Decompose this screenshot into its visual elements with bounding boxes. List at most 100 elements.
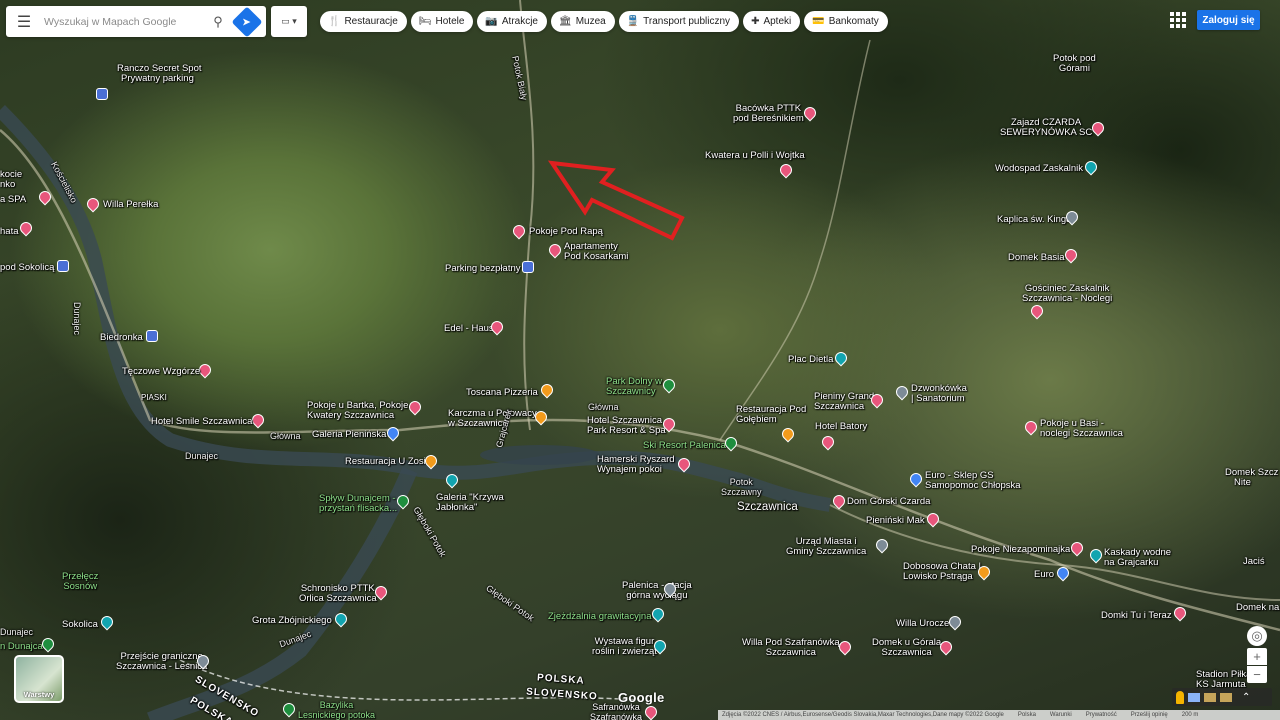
imagery-thumb-icon[interactable] [1204, 692, 1216, 702]
label-wystawa[interactable]: Wystawa figur roślin i zwierząt [592, 637, 657, 657]
chip-apteki[interactable]: ✚ Apteki [743, 11, 801, 32]
label-urzad[interactable]: Urząd Miasta i Gminy Szczawnica [786, 537, 866, 557]
label-dzwonkowka[interactable]: Dzwonkówka | Sanatorium [911, 384, 967, 404]
label-zajazd[interactable]: Zajazd CZARDA SEWERYNÓWKA SC [1000, 118, 1092, 138]
label-schronisko[interactable]: Schronisko PTTK Orlica Szczawnica [299, 584, 377, 604]
label-palenica-stacja[interactable]: Palenica - stacja górna wyciągu [622, 581, 692, 601]
chip-muzea[interactable]: 🏛 Muzea [551, 11, 615, 32]
apps-grid-icon[interactable] [1170, 12, 1186, 28]
label-domek-gorala[interactable]: Domek u Górala Szczawnica [872, 638, 941, 658]
label-goscinec[interactable]: Gościniec Zaskalnik Szczawnica - Noclegi [1022, 284, 1112, 304]
label-wodospad[interactable]: Wodospad Zaskalnik [995, 164, 1083, 174]
label-grota[interactable]: Grota Zbójnickiego [252, 616, 332, 626]
search-input[interactable] [42, 14, 206, 29]
scale-label[interactable]: 200 m [1182, 712, 1199, 718]
directions-icon[interactable]: ➤ [231, 5, 263, 38]
label-willa-szafran[interactable]: Willa Pod Szafranówką Szczawnica [742, 638, 840, 658]
label-bacowka[interactable]: Bacówka PTTK pod Bereśnikiem [733, 104, 804, 124]
parking-icon[interactable] [522, 261, 534, 273]
label-pieninski-mak[interactable]: Pieniński Mak [866, 516, 925, 526]
label-hotel-smile[interactable]: Hotel Smile Szczawnica [151, 417, 252, 427]
label-willa-perelka[interactable]: Willa Perełka [103, 200, 158, 210]
privacy-link[interactable]: Prywatność [1086, 712, 1117, 718]
label-hotel-batory[interactable]: Hotel Batory [815, 422, 867, 432]
label-biedronka[interactable]: Biedronka [100, 333, 143, 343]
hamburger-icon[interactable]: ☰ [6, 12, 42, 32]
label-willa-urocze[interactable]: Willa Urocze [896, 619, 949, 629]
label-private-parking[interactable]: Prywatny parking [121, 74, 194, 84]
chip-atrakcje[interactable]: 📷 Atrakcje [477, 11, 547, 32]
label-plac-dietla[interactable]: Plac Dietla [788, 355, 833, 365]
label-splyw[interactable]: Spływ Dunajcem - przystań flisacka... [319, 494, 397, 514]
label-park-dolny[interactable]: Park Dolny w Szczawnicy [606, 377, 662, 397]
label-domki-tu[interactable]: Domki Tu i Teraz [1101, 611, 1172, 621]
label-karczma[interactable]: Karczma u Polowacy w Szczawnicy [448, 409, 537, 429]
label-potok-pod-gorami[interactable]: Potok pod Górami [1053, 54, 1096, 74]
label-pod-sokolica[interactable]: pod Sokolicą [0, 263, 54, 273]
label-nko[interactable]: nko [0, 180, 15, 190]
chip-bankomaty[interactable]: 💳 Bankomaty [804, 11, 888, 32]
label-potok-szczawny: Potok Szczawny [721, 477, 762, 497]
label-parking-bezplatny[interactable]: Parking bezpłatny [445, 264, 521, 274]
parking-icon[interactable] [57, 260, 69, 272]
label-hotel-szczawnica[interactable]: Hotel Szczawnica Park Resort & Spa [587, 416, 666, 436]
terms-link[interactable]: Warunki [1050, 712, 1072, 718]
layers-toggle-button[interactable]: ▭ ▾ [271, 6, 307, 37]
label-kaplica[interactable]: Kaplica św. Kinga [997, 215, 1071, 225]
label-ski-resort[interactable]: Ski Resort Palenica [643, 441, 726, 451]
label-restauracja-pod[interactable]: Restauracja Pod Gołębiem [736, 405, 806, 425]
label-pieniny-grand[interactable]: Pieniny Grand Szczawnica [814, 392, 874, 412]
label-jacis[interactable]: Jaciś [1243, 557, 1265, 567]
label-edel-haus[interactable]: Edel - Haus [444, 324, 494, 334]
label-toscana[interactable]: Toscana Pizzeria [466, 388, 538, 398]
my-location-button[interactable]: ◎ [1247, 626, 1267, 646]
label-dom-gorski[interactable]: Dom Górski Czarda [847, 497, 930, 507]
label-bazylika[interactable]: Bazylika Lesnickiego potoka [298, 700, 375, 720]
label-restauracja-uzosi[interactable]: Restauracja U Zosi [345, 457, 426, 467]
parking-icon[interactable] [96, 88, 108, 100]
label-sokolica[interactable]: Sokolica [62, 620, 98, 630]
label-pokoje-niezapom[interactable]: Pokoje Niezapominajka [971, 545, 1070, 555]
label-spa[interactable]: a SPA [0, 195, 26, 205]
label-szczawnica[interactable]: Szczawnica [737, 501, 798, 513]
label-pokoje-rapa[interactable]: Pokoje Pod Rapą [529, 227, 603, 237]
label-kaskady[interactable]: Kaskady wodne na Grajcarku [1104, 548, 1171, 568]
shop-icon[interactable] [146, 330, 158, 342]
label-domek-szcz[interactable]: Domek Szcz [1225, 468, 1278, 478]
feedback-link[interactable]: Prześlij opinię [1131, 712, 1168, 718]
street-view-controls[interactable]: ⌃ [1172, 688, 1272, 706]
signin-button[interactable]: Zaloguj się [1197, 10, 1260, 30]
label-n-dunajca[interactable]: n Dunajca [0, 642, 43, 652]
label-hata[interactable]: hata [0, 227, 19, 237]
imagery-thumb-icon[interactable] [1188, 692, 1200, 702]
label-zjezdzalnia[interactable]: Zjeżdżalnia grawitacyjna [548, 612, 652, 622]
layers-button[interactable]: Warstwy [14, 655, 64, 703]
label-dobosowa[interactable]: Dobosowa Chata | Lowisko Pstrąga [903, 562, 981, 582]
label-kwatera[interactable]: Kwatera u Polli i Wojtka [705, 151, 805, 161]
label-domek-na[interactable]: Domek na [1236, 603, 1279, 613]
chip-restauracje[interactable]: 🍴 Restauracje [320, 11, 407, 32]
label-euro[interactable]: Euro [1034, 570, 1054, 580]
expand-icon[interactable]: ⌃ [1242, 692, 1250, 703]
imagery-thumb-icon[interactable] [1220, 692, 1232, 702]
label-galeria-pieninska[interactable]: Galeria Pienińska [312, 430, 386, 440]
label-galeria-krzywa[interactable]: Galeria "Krzywa Jabłonka" [436, 493, 504, 513]
label-apartamenty[interactable]: Apartamenty Pod Kosarkami [564, 242, 628, 262]
satellite-map[interactable]: Ranczo Secret Spot Prywatny parking Poto… [0, 0, 1280, 720]
zoom-out-button[interactable]: − [1247, 666, 1267, 683]
chip-hotele[interactable]: 🛏 Hotele [410, 11, 474, 32]
label-pokoje-basi[interactable]: Pokoje u Basi - noclegi Szczawnica [1040, 419, 1123, 439]
label-domek-basia[interactable]: Domek Basia [1008, 253, 1065, 263]
label-nite[interactable]: Nite [1234, 478, 1251, 488]
label-euro-sklep[interactable]: Euro - Sklep GS Samopomoc Chłopska [925, 471, 1021, 491]
label-pokoje-bartka[interactable]: Pokoje u Bartka, Pokoje, Kwatery Szczawn… [307, 401, 411, 421]
pegman-icon[interactable] [1176, 690, 1184, 704]
label-teczowe[interactable]: Tęczowe Wzgórze [122, 367, 200, 377]
search-icon[interactable]: ⚲ [206, 14, 230, 30]
label-hamerski[interactable]: Hamerski Ryszard Wynajem pokoi [597, 455, 675, 475]
label-przejscie[interactable]: Przejście graniczne Szczawnica - Lesnica [116, 652, 207, 672]
country-link[interactable]: Polska [1018, 712, 1036, 718]
label-przelecz[interactable]: Przełęcz Sosnów [62, 572, 98, 592]
chip-transport-publiczny[interactable]: 🚆 Transport publiczny [618, 11, 740, 32]
zoom-in-button[interactable]: + [1247, 648, 1267, 665]
